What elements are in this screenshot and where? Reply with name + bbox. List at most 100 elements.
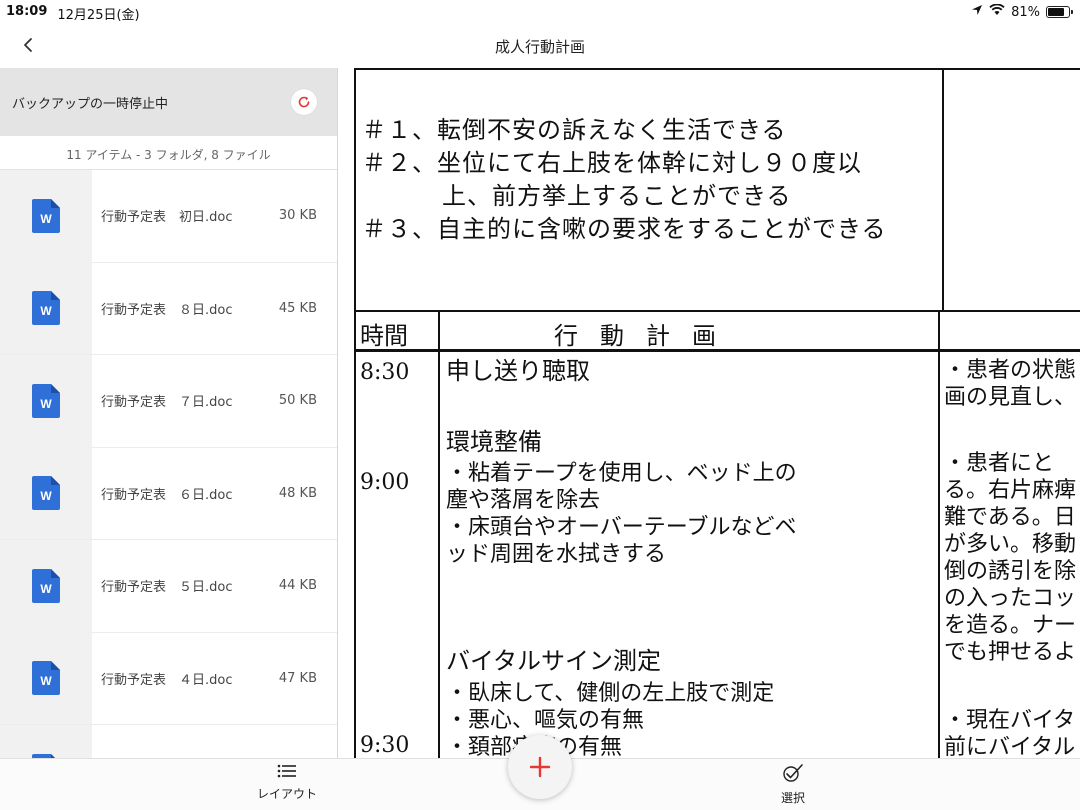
location-icon <box>971 4 983 20</box>
file-size: 45 KB <box>278 300 317 316</box>
file-row[interactable]: W 行動予定表 ５日.doc 44 KB <box>0 539 337 633</box>
refresh-icon <box>298 96 310 108</box>
column-divider <box>438 352 440 758</box>
note-text: ・現在バイタ <box>944 708 1076 733</box>
file-size: 50 KB <box>278 393 317 409</box>
battery-fill <box>1048 8 1065 16</box>
page-title: 成人行動計画 <box>494 38 585 56</box>
plan-text: バイタルサイン測定 <box>446 647 662 675</box>
select-label: 選択 <box>780 791 805 805</box>
file-row[interactable]: W 行動予定表 ８日.doc 45 KB <box>0 262 337 355</box>
note-text: を造る。ナー <box>944 613 1077 638</box>
list-icon <box>277 764 296 778</box>
file-thumbnail: W <box>0 724 92 758</box>
file-size: 48 KB <box>278 485 317 501</box>
note-text: の入ったコッ <box>944 586 1077 611</box>
word-doc-icon: W <box>32 198 60 233</box>
note-text: が多い。移動 <box>944 532 1077 557</box>
status-right: 81% <box>971 3 1073 20</box>
nav-bar: 成人行動計画 <box>0 24 1080 66</box>
plan-text: 申し送り聴取 <box>446 357 590 385</box>
plan-text: ッド周囲を水拭きする <box>446 542 667 567</box>
file-thumbnail: W <box>0 447 92 540</box>
file-thumbnail: W <box>0 262 92 355</box>
file-size: 30 KB <box>278 208 317 224</box>
note-text: る。右片麻痺 <box>944 478 1077 503</box>
note-text: 難である。日 <box>944 505 1076 530</box>
plan-text: 塵や落屑を除去 <box>446 488 601 513</box>
doc-icon-letter: W <box>40 489 52 503</box>
wifi-icon <box>989 3 1005 20</box>
doc-icon-letter: W <box>40 397 52 411</box>
status-left: 18:09 12月25日(金) <box>6 4 140 23</box>
file-name: 行動予定表 ８日.doc <box>101 302 233 318</box>
column-divider <box>438 312 440 352</box>
doc-icon-letter: W <box>40 582 52 596</box>
select-button[interactable]: 選択 <box>760 763 826 806</box>
goal-line: ＃３、自主的に含嗽の要求をすることができる <box>362 215 887 243</box>
word-doc-icon: W <box>32 291 60 326</box>
file-name: 行動予定表 ４日.doc <box>101 672 233 688</box>
plan-text: ・臥床して、健側の左上肢で測定 <box>446 681 775 706</box>
file-thumbnail: W <box>0 169 92 262</box>
file-name: 行動予定表 初日.doc <box>101 210 233 226</box>
time-cell: 9:00 <box>360 470 410 495</box>
add-button[interactable] <box>508 735 572 799</box>
plan-text: ・床頭台やオーバーテーブルなどベ <box>446 515 797 540</box>
status-bar: 18:09 12月25日(金) 81% <box>0 0 1080 24</box>
column-divider <box>938 352 940 758</box>
file-row[interactable]: W 行動予定表 初日.doc 30 KB <box>0 169 337 263</box>
layout-button[interactable]: レイアウト <box>250 763 324 802</box>
plan-text: ・粘着テープを使用し、ベッド上の <box>446 461 797 486</box>
note-text: 画の見直し、 <box>944 385 1077 410</box>
file-sidebar: バックアップの一時停止中 11 アイテム - 3 フォルダ, 8 ファイル W行… <box>0 68 338 758</box>
backup-banner: バックアップの一時停止中 <box>0 68 337 136</box>
file-thumbnail: W <box>0 539 92 632</box>
layout-label: レイアウト <box>256 787 317 801</box>
battery-percent: 81% <box>1011 4 1040 20</box>
backup-status: バックアップの一時停止中 <box>12 97 169 112</box>
header-plan: 行動計画 <box>554 322 738 350</box>
file-thumbnail: W <box>0 632 92 725</box>
table-body: 8:30 9:00 9:30 申し送り聴取 環境整備 ・粘着テープを使用し、ベッ… <box>354 352 1080 758</box>
word-doc-icon: W <box>32 383 60 418</box>
goal-line: ＃１、転倒不安の訴えなく生活できる <box>362 116 787 144</box>
goals-box: ＃１、転倒不安の訴えなく生活できる ＃２、坐位にて右上肢を体幹に対し９０度以 上… <box>354 68 944 312</box>
status-date: 12月25日(金) <box>57 8 140 23</box>
note-text: ・患者にと <box>944 451 1055 476</box>
file-name: 行動予定表 ５日.doc <box>101 580 233 596</box>
note-text: 倒の誘引を除 <box>944 559 1077 584</box>
select-check-icon <box>783 764 803 782</box>
file-row[interactable]: W 行動予定表 ４日.doc 47 KB <box>0 632 337 725</box>
file-name: 行動予定表 ６日.doc <box>101 487 233 503</box>
goal-line: 上、前方挙上することができる <box>442 182 792 210</box>
note-text: 前にバイタル <box>944 735 1076 758</box>
file-row[interactable]: W行動予定表 ３日.docKB <box>0 724 337 758</box>
plus-icon <box>529 756 551 778</box>
doc-icon-letter: W <box>40 674 52 688</box>
file-size: 47 KB <box>278 670 317 686</box>
table-header: 時間 行動計画 <box>354 312 1080 352</box>
file-row[interactable]: W 行動予定表 ６日.doc 48 KB <box>0 447 337 540</box>
document-preview[interactable]: ＃１、転倒不安の訴えなく生活できる ＃２、坐位にて右上肢を体幹に対し９０度以 上… <box>354 68 1080 758</box>
file-size: 44 KB <box>278 578 317 594</box>
file-row[interactable]: W 行動予定表 ７日.doc 50 KB <box>0 354 337 448</box>
time-cell: 8:30 <box>360 360 410 385</box>
word-doc-icon: W <box>32 661 60 696</box>
file-list: W 行動予定表 初日.doc 30 KB W 行動予定表 ８日.doc 45 KB W 行動予… <box>0 169 337 758</box>
column-divider <box>938 312 940 352</box>
note-text: でも押せるよ <box>944 640 1077 665</box>
item-summary: 11 アイテム - 3 フォルダ, 8 ファイル <box>0 136 337 170</box>
battery-icon <box>1046 6 1073 18</box>
file-thumbnail: W <box>0 354 92 447</box>
note-text: ・患者の状態 <box>944 358 1077 383</box>
file-name: 行動予定表 ７日.doc <box>101 395 233 411</box>
word-doc-icon: W <box>32 476 60 511</box>
plan-text: ・悪心、嘔気の有無 <box>446 708 645 733</box>
word-doc-icon: W <box>32 568 60 603</box>
refresh-button[interactable] <box>291 89 317 115</box>
plan-text: 環境整備 <box>446 428 542 456</box>
status-time: 18:09 <box>6 4 48 19</box>
doc-icon-letter: W <box>40 212 52 226</box>
header-time: 時間 <box>360 322 408 350</box>
